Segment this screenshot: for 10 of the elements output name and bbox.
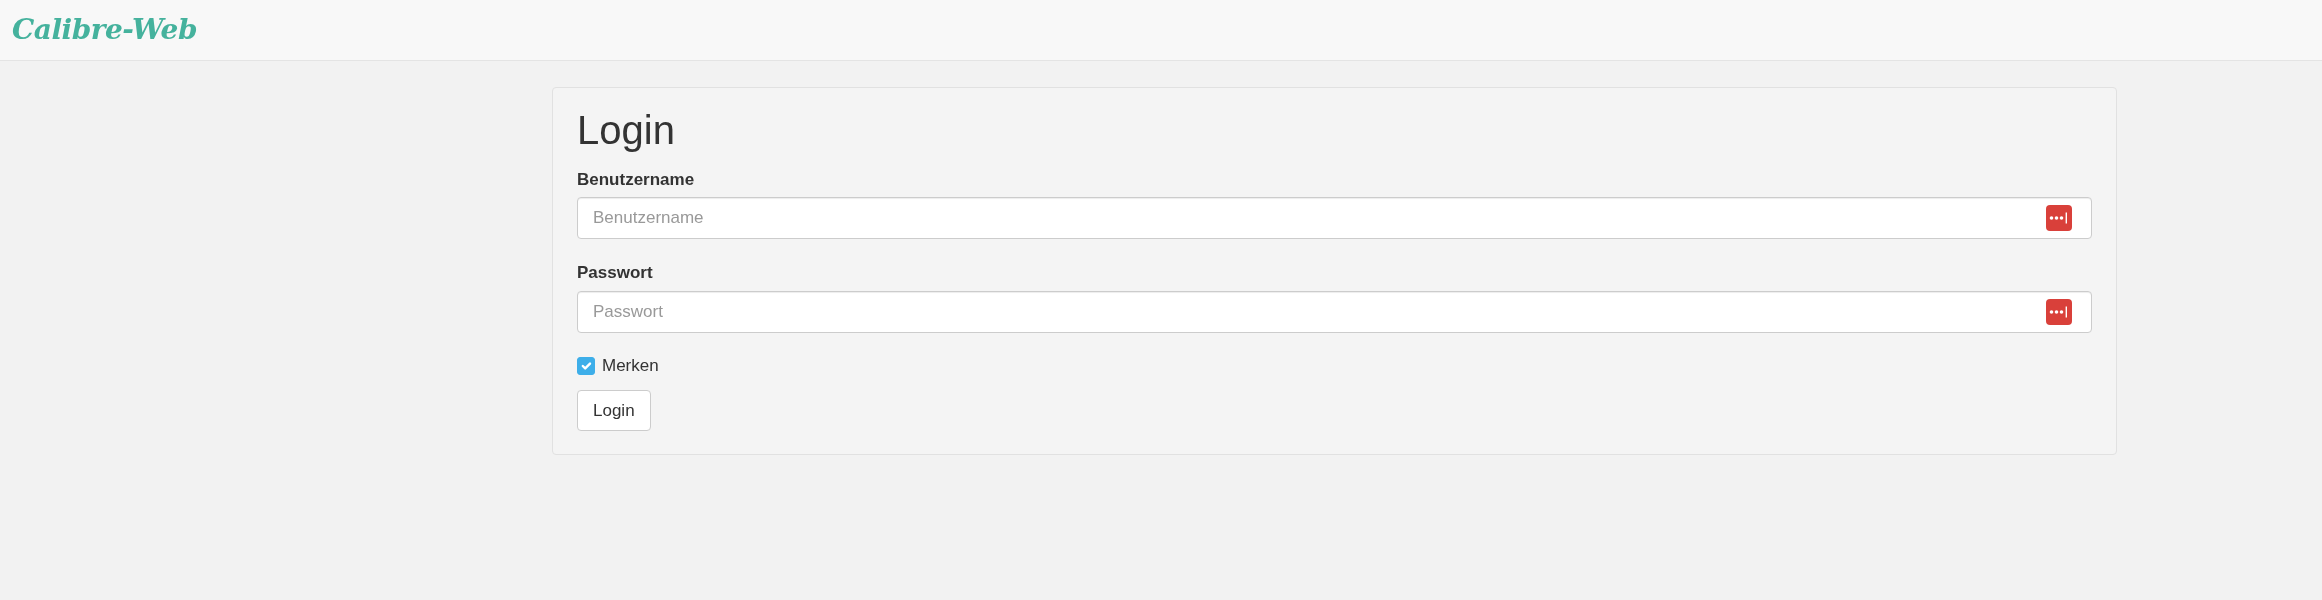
dots-cursor-icon[interactable]	[2046, 205, 2072, 231]
remember-checkbox[interactable]	[577, 357, 595, 375]
input-field[interactable]: Passwort	[577, 291, 2092, 333]
remember-label[interactable]: Merken	[602, 357, 659, 375]
field-label: Benutzername	[577, 169, 695, 191]
login-button[interactable]: Login	[577, 390, 651, 431]
login-heading: Login	[577, 108, 676, 152]
input-field[interactable]: Benutzername	[577, 197, 2092, 239]
field-label: Passwort	[577, 262, 653, 284]
dots-cursor-icon[interactable]	[2046, 299, 2072, 325]
